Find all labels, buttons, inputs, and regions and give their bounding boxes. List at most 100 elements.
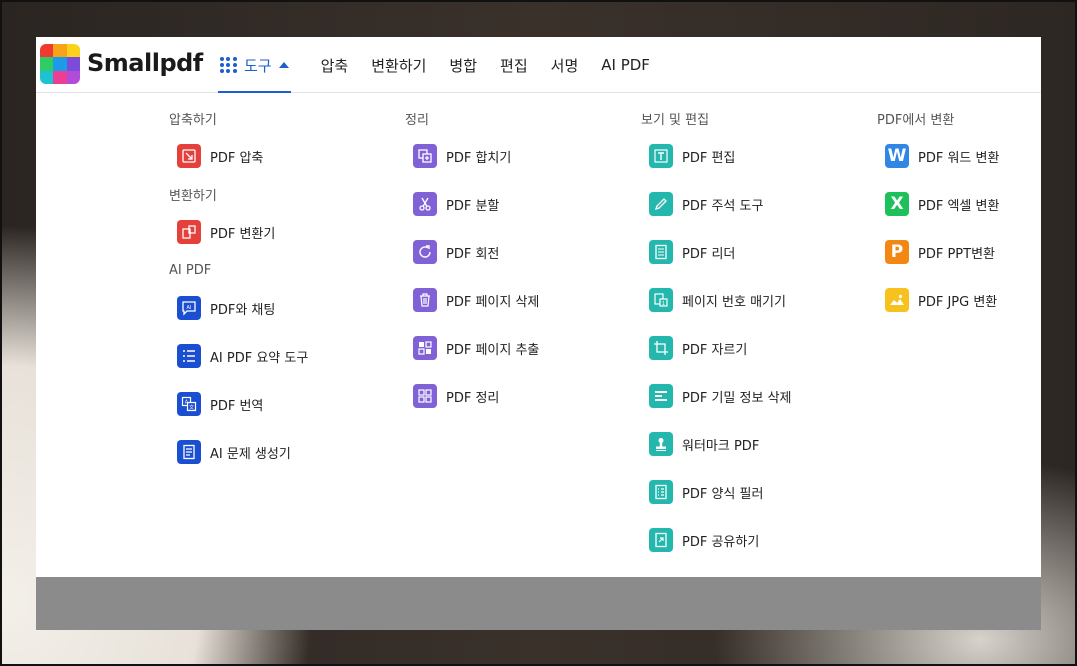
brand-name[interactable]: Smallpdf: [87, 49, 203, 77]
crop-icon: [649, 336, 673, 360]
menu-item-label: PDF 변환기: [210, 226, 276, 242]
powerpoint-icon: P: [885, 240, 909, 264]
menu-item-pdf-split[interactable]: PDF 분할: [413, 191, 499, 217]
section-title-compress: 압축하기: [169, 113, 217, 128]
menu-item-label: PDF 분할: [446, 198, 500, 214]
menu-item-label: PDF 엑셀 변환: [918, 198, 1000, 214]
menu-item-pdf-compress[interactable]: PDF 압축: [177, 143, 263, 169]
caret-up-icon: [278, 62, 289, 68]
pencil-icon: [649, 192, 673, 216]
menu-item-label: PDF 주석 도구: [682, 198, 764, 214]
menu-item-pdf-to-jpg[interactable]: PDF JPG 변환: [885, 287, 997, 313]
redact-icon: [649, 384, 673, 408]
translate-icon: A文: [177, 392, 201, 416]
menu-item-label: AI PDF 요약 도구: [210, 350, 309, 366]
nav-convert[interactable]: 변환하기: [371, 55, 426, 76]
menu-item-pdf-converter[interactable]: PDF 변환기: [177, 219, 275, 245]
nav-edit[interactable]: 편집: [500, 55, 528, 76]
menu-item-label: PDF 리더: [682, 246, 736, 262]
menu-item-watermark-pdf[interactable]: 워터마크 PDF: [649, 431, 759, 457]
menu-item-label: PDF 워드 변환: [918, 150, 1000, 166]
menu-item-label: PDF 압축: [210, 150, 264, 166]
main-nav: 도구 압축 변환하기 병합 편집 서명 AI PDF: [218, 37, 650, 93]
menu-item-pdf-rotate[interactable]: PDF 회전: [413, 239, 499, 265]
menu-item-label: PDF 합치기: [446, 150, 512, 166]
ai-chat-icon: AI: [177, 296, 201, 320]
nav-compress[interactable]: 압축: [321, 55, 349, 76]
svg-text:文: 文: [189, 404, 194, 411]
svg-text:1: 1: [662, 301, 665, 307]
scissors-icon: [413, 192, 437, 216]
menu-item-label: PDF 편집: [682, 150, 736, 166]
menu-item-label: PDF 번역: [210, 398, 264, 414]
section-title-ai-pdf: AI PDF: [169, 263, 212, 278]
menu-item-chat-with-pdf[interactable]: AI PDF와 채팅: [177, 295, 275, 321]
menu-item-extract-pages[interactable]: PDF 페이지 추출: [413, 335, 539, 361]
menu-item-organize-pdf[interactable]: PDF 정리: [413, 383, 499, 409]
convert-icon: [177, 220, 201, 244]
app-grid-icon: [220, 56, 237, 74]
extract-icon: [413, 336, 437, 360]
form-icon: [649, 480, 673, 504]
menu-item-pdf-merge[interactable]: PDF 합치기: [413, 143, 511, 169]
browser-window: Smallpdf 도구 압축 변환하기 병합 편집 서명 AI PDF 압축하기…: [36, 37, 1041, 630]
menu-item-delete-pages[interactable]: PDF 페이지 삭제: [413, 287, 539, 313]
menu-item-page-numbers[interactable]: 1 페이지 번호 매기기: [649, 287, 786, 313]
page-overlay-band: [36, 577, 1041, 630]
menu-item-ai-question-generator[interactable]: AI 문제 생성기: [177, 439, 291, 465]
smallpdf-logo-icon[interactable]: [40, 44, 80, 84]
menu-item-crop-pdf[interactable]: PDF 자르기: [649, 335, 747, 361]
menu-item-label: 워터마크 PDF: [682, 438, 760, 454]
share-icon: [649, 528, 673, 552]
menu-item-label: PDF 회전: [446, 246, 500, 262]
nav-sign[interactable]: 서명: [551, 55, 579, 76]
menu-item-label: PDF 양식 필러: [682, 486, 764, 502]
image-icon: [885, 288, 909, 312]
compress-icon: [177, 144, 201, 168]
organize-grid-icon: [413, 384, 437, 408]
menu-item-label: PDF 공유하기: [682, 534, 760, 550]
nav-tools-label: 도구: [244, 56, 272, 75]
question-doc-icon: [177, 440, 201, 464]
menu-item-redact-pdf[interactable]: PDF 기밀 정보 삭제: [649, 383, 791, 409]
menu-item-label: PDF 정리: [446, 390, 500, 406]
menu-item-annotate[interactable]: PDF 주석 도구: [649, 191, 763, 217]
section-title-organize: 정리: [405, 113, 429, 128]
text-edit-icon: [649, 144, 673, 168]
stamp-icon: [649, 432, 673, 456]
nav-tools-dropdown[interactable]: 도구: [218, 37, 291, 93]
excel-icon: X: [885, 192, 909, 216]
menu-item-share-pdf[interactable]: PDF 공유하기: [649, 527, 759, 553]
menu-item-label: PDF 페이지 삭제: [446, 294, 540, 310]
section-title-view-edit: 보기 및 편집: [641, 113, 710, 128]
menu-item-form-filler[interactable]: PDF 양식 필러: [649, 479, 763, 505]
menu-item-pdf-to-ppt[interactable]: P PDF PPT변환: [885, 239, 995, 265]
nav-merge[interactable]: 병합: [449, 55, 477, 76]
menu-item-label: PDF PPT변환: [918, 246, 995, 262]
trash-icon: [413, 288, 437, 312]
menu-item-label: PDF 페이지 추출: [446, 342, 540, 358]
menu-item-label: PDF 기밀 정보 삭제: [682, 390, 792, 406]
menu-item-pdf-to-excel[interactable]: X PDF 엑셀 변환: [885, 191, 999, 217]
list-icon: [177, 344, 201, 368]
menu-item-label: PDF JPG 변환: [918, 294, 998, 310]
merge-icon: [413, 144, 437, 168]
menu-item-ai-summarizer[interactable]: AI PDF 요약 도구: [177, 343, 308, 369]
document-icon: [649, 240, 673, 264]
svg-text:AI: AI: [187, 305, 192, 311]
menu-item-pdf-translate[interactable]: A文 PDF 번역: [177, 391, 263, 417]
menu-item-pdf-edit[interactable]: PDF 편집: [649, 143, 735, 169]
word-icon: W: [885, 144, 909, 168]
menu-item-label: 페이지 번호 매기기: [682, 294, 786, 310]
nav-ai-pdf[interactable]: AI PDF: [601, 56, 650, 74]
page-number-icon: 1: [649, 288, 673, 312]
menu-item-pdf-reader[interactable]: PDF 리더: [649, 239, 735, 265]
menu-item-label: PDF와 채팅: [210, 302, 276, 318]
section-title-convert: 변환하기: [169, 189, 217, 204]
menu-item-label: AI 문제 생성기: [210, 446, 291, 462]
rotate-icon: [413, 240, 437, 264]
menu-item-label: PDF 자르기: [682, 342, 748, 358]
site-header: Smallpdf 도구 압축 변환하기 병합 편집 서명 AI PDF: [36, 37, 1041, 93]
menu-item-pdf-to-word[interactable]: W PDF 워드 변환: [885, 143, 999, 169]
section-title-convert-from-pdf: PDF에서 변환: [877, 113, 955, 128]
